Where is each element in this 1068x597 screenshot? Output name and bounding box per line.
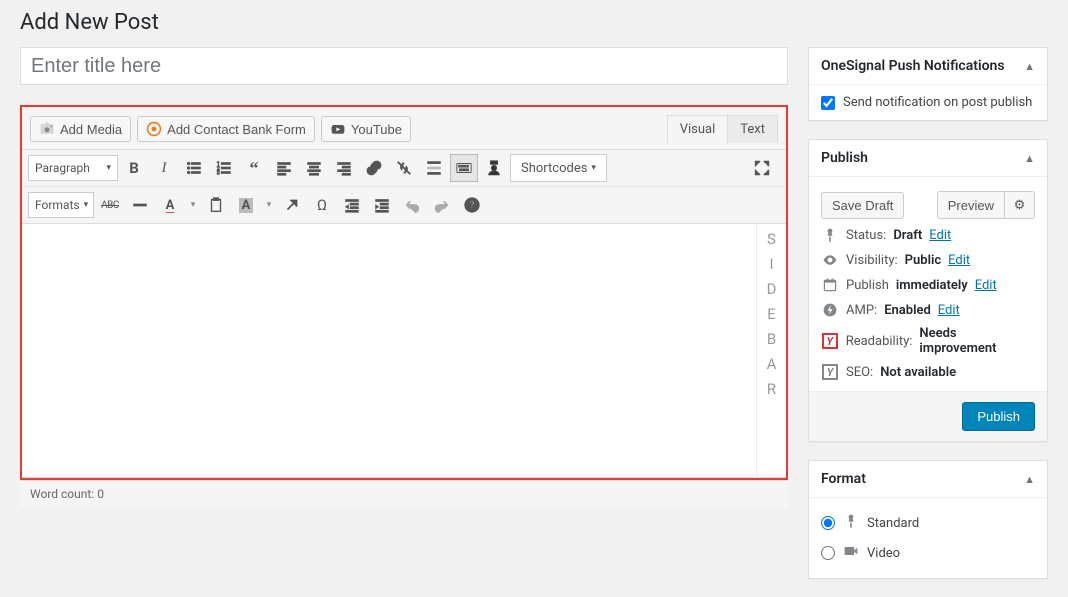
paragraph-select[interactable]: Paragraph▾ (28, 155, 118, 181)
add-contact-label: Add Contact Bank Form (167, 122, 306, 137)
yoast-readability-icon: Y (821, 332, 839, 350)
unlink-button[interactable] (390, 154, 418, 182)
redo-button[interactable] (428, 191, 456, 219)
calendar-icon (821, 276, 839, 294)
pin-icon (821, 226, 839, 244)
edit-date-link[interactable]: Edit (975, 278, 997, 293)
eye-icon (821, 251, 839, 269)
format-video[interactable]: Video (821, 538, 1035, 568)
bolt-icon (821, 301, 839, 319)
tab-text[interactable]: Text (728, 115, 778, 143)
outdent-button[interactable] (338, 191, 366, 219)
save-draft-button[interactable]: Save Draft (821, 192, 904, 219)
youtube-button[interactable]: YouTube (321, 116, 411, 142)
youtube-label: YouTube (351, 122, 402, 137)
add-media-button[interactable]: Add Media (30, 116, 131, 142)
contact-form-icon (146, 121, 162, 137)
number-list-button[interactable]: 123 (210, 154, 238, 182)
paste-button[interactable] (202, 191, 230, 219)
tab-visual[interactable]: Visual (667, 115, 729, 143)
blockquote-button[interactable]: “ (240, 154, 268, 182)
align-center-button[interactable] (300, 154, 328, 182)
post-title-input[interactable] (20, 47, 788, 85)
format-panel: Format▲ Standard Video (808, 460, 1048, 579)
formats-select[interactable]: Formats▾ (28, 192, 94, 218)
align-left-button[interactable] (270, 154, 298, 182)
keyboard-toggle-button[interactable] (450, 154, 478, 182)
svg-text:?: ? (470, 201, 475, 212)
italic-button[interactable]: I (150, 154, 178, 182)
onesignal-panel-header[interactable]: OneSignal Push Notifications▲ (809, 48, 1047, 85)
editor-content-area[interactable] (22, 224, 756, 477)
word-count-label: Word count: (30, 487, 94, 501)
publish-panel-header[interactable]: Publish▲ (809, 140, 1047, 177)
background-color-picker[interactable]: ▾ (262, 191, 276, 219)
indent-button[interactable] (368, 191, 396, 219)
fullscreen-button[interactable] (748, 154, 776, 182)
editor-highlighted-zone: Add Media Add Contact Bank Form YouTube (20, 105, 788, 480)
preview-settings-button[interactable]: ⚙ (1005, 191, 1035, 219)
clear-format-button[interactable] (278, 191, 306, 219)
hr-button[interactable] (126, 191, 154, 219)
yoast-seo-icon: Y (821, 363, 839, 381)
text-color-button[interactable]: A (156, 191, 184, 219)
gear-icon: ⚙ (1014, 197, 1026, 213)
special-char-button[interactable]: Ω (308, 191, 336, 219)
read-more-button[interactable] (420, 154, 448, 182)
link-button[interactable] (360, 154, 388, 182)
camera-music-icon (39, 121, 55, 137)
align-right-button[interactable] (330, 154, 358, 182)
edit-visibility-link[interactable]: Edit (948, 253, 970, 268)
bold-button[interactable]: B (120, 154, 148, 182)
sidebar-strip[interactable]: S I D E B A R (756, 224, 786, 477)
preview-button[interactable]: Preview (937, 191, 1005, 219)
format-standard[interactable]: Standard (821, 508, 1035, 538)
shortcodes-button[interactable]: Shortcodes▾ (510, 154, 607, 182)
user-shortcode-button[interactable] (480, 154, 508, 182)
send-notification-checkbox[interactable]: Send notification on post publish (821, 95, 1035, 110)
add-media-label: Add Media (60, 122, 122, 137)
bullet-list-button[interactable] (180, 154, 208, 182)
collapse-icon: ▲ (1024, 60, 1035, 73)
publish-button[interactable]: Publish (962, 402, 1035, 431)
publish-panel: Publish▲ Save Draft Preview ⚙ Status: Dr… (808, 139, 1048, 442)
pin-icon (843, 513, 859, 533)
onesignal-panel: OneSignal Push Notifications▲ Send notif… (808, 47, 1048, 121)
edit-amp-link[interactable]: Edit (938, 303, 960, 318)
collapse-icon: ▲ (1024, 473, 1035, 486)
strikethrough-button[interactable]: ABC (96, 191, 124, 219)
edit-status-link[interactable]: Edit (929, 228, 951, 243)
background-color-button[interactable]: A (232, 191, 260, 219)
editor-footer: Word count: 0 (20, 480, 788, 507)
svg-text:3: 3 (217, 170, 220, 176)
text-color-picker[interactable]: ▾ (186, 191, 200, 219)
word-count-value: 0 (97, 487, 104, 501)
undo-button[interactable] (398, 191, 426, 219)
video-icon (843, 543, 859, 563)
add-contact-form-button[interactable]: Add Contact Bank Form (137, 116, 315, 142)
collapse-icon: ▲ (1024, 152, 1035, 165)
page-title: Add New Post (20, 10, 1048, 35)
format-panel-header[interactable]: Format▲ (809, 461, 1047, 498)
help-button[interactable]: ? (458, 191, 486, 219)
youtube-icon (330, 121, 346, 137)
